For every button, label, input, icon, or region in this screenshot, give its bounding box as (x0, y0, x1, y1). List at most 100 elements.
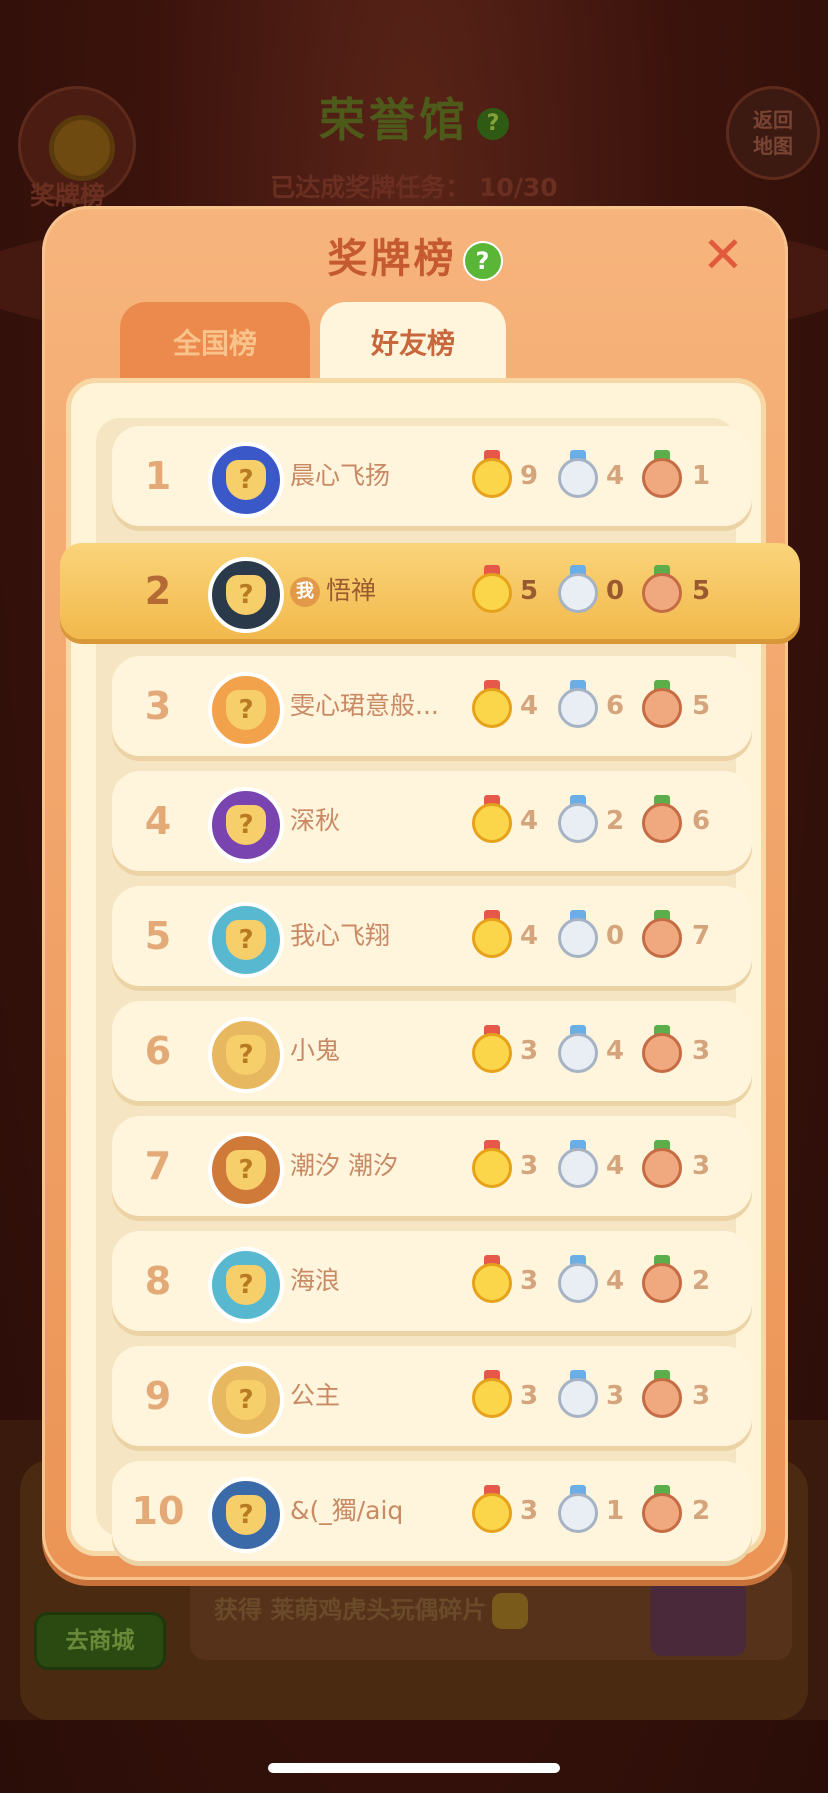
leaderboard-row[interactable]: 1? 晨心飞扬 9 4 1 (112, 426, 752, 526)
medal-counts: 4 0 7 (472, 886, 752, 986)
leaderboard-row[interactable]: 3? 雯心珺意般... 4 6 5 (112, 656, 752, 756)
medal-counts: 4 2 6 (472, 771, 752, 871)
avatar-placeholder-icon: ? (226, 1495, 266, 1535)
medal-counts: 3 4 2 (472, 1231, 752, 1331)
avatar-placeholder-icon: ? (226, 1380, 266, 1420)
silver-count: 0 (606, 576, 625, 606)
puzzle-piece-icon (650, 1580, 746, 1656)
silver-count: 3 (606, 1381, 625, 1411)
bronze-count: 5 (692, 691, 711, 721)
silver-medal-icon (558, 680, 598, 728)
gold-count: 3 (520, 1266, 539, 1296)
bronze-medal-icon (642, 680, 682, 728)
tab-national[interactable]: 全国榜 (120, 302, 310, 378)
bronze-count: 3 (692, 1381, 711, 1411)
silver-medal-icon (558, 565, 598, 613)
gold-medal-icon (472, 1485, 512, 1533)
go-to-shop-button[interactable]: 去商城 (34, 1612, 166, 1670)
player-name: 晨心飞扬 (290, 426, 390, 526)
leaderboard-row[interactable]: 5? 我心飞翔 4 0 7 (112, 886, 752, 986)
player-avatar[interactable]: ? (208, 787, 284, 863)
gold-medal-icon (472, 910, 512, 958)
player-avatar[interactable]: ? (208, 442, 284, 518)
silver-medal-icon (558, 450, 598, 498)
player-avatar[interactable]: ? (208, 1477, 284, 1553)
rank-number: 4 (144, 799, 172, 843)
help-icon[interactable]: ? (462, 241, 503, 281)
player-name-text: 晨心飞扬 (290, 461, 391, 490)
leaderboard-row-me[interactable]: 2? 我悟禅 5 0 5 (60, 543, 800, 639)
gold-count: 3 (520, 1036, 539, 1066)
silver-count: 0 (606, 921, 625, 951)
silver-medal-icon (558, 1370, 598, 1418)
home-indicator (268, 1763, 560, 1773)
tab-friends[interactable]: 好友榜 (320, 302, 506, 388)
leaderboard-row[interactable]: 6? 小鬼 3 4 3 (112, 1001, 752, 1101)
medal-counts: 9 4 1 (472, 426, 752, 526)
rank-number: 2 (144, 569, 172, 613)
gold-medal-icon (472, 680, 512, 728)
rank-number: 1 (144, 454, 172, 498)
gold-medal-icon (472, 1025, 512, 1073)
medal-board-modal: 奖牌榜? ✕ 全国榜 好友榜 1? 晨心飞扬 9 4 1 2? 我悟禅 5 0 5 3? 雯心珺意般.… (42, 206, 800, 1580)
player-name: 我悟禅 (290, 543, 376, 643)
player-name: &(_獨/aiq (290, 1461, 403, 1561)
player-name-text: 我心飞翔 (290, 921, 391, 950)
avatar-placeholder-icon: ? (226, 690, 266, 730)
player-avatar[interactable]: ? (208, 1362, 284, 1438)
back-to-map-button[interactable]: 返回地图 (726, 86, 820, 180)
player-name-text: 悟禅 (326, 576, 377, 605)
player-name: 我心飞翔 (290, 886, 390, 986)
bronze-count: 2 (692, 1266, 711, 1296)
rank-number: 6 (144, 1029, 172, 1073)
bronze-medal-icon (642, 1025, 682, 1073)
avatar-placeholder-icon: ? (226, 575, 266, 615)
leaderboard-row[interactable]: 4? 深秋 4 2 6 (112, 771, 752, 871)
player-avatar[interactable]: ? (208, 557, 284, 633)
bronze-count: 5 (692, 576, 711, 606)
avatar-placeholder-icon: ? (226, 460, 266, 500)
avatar-placeholder-icon: ? (226, 805, 266, 845)
player-avatar[interactable]: ? (208, 1247, 284, 1323)
bronze-medal-icon (642, 795, 682, 843)
close-icon[interactable]: ✕ (698, 230, 748, 280)
player-name-text: 海浪 (290, 1266, 341, 1295)
player-name-text: 潮汐 潮汐 (290, 1151, 398, 1180)
avatar-placeholder-icon: ? (226, 920, 266, 960)
gold-count: 3 (520, 1496, 539, 1526)
tiger-doll-icon (492, 1593, 529, 1629)
honor-hall-help-icon[interactable]: ? (477, 107, 509, 140)
gold-medal-icon (472, 1255, 512, 1303)
player-name-text: 深秋 (290, 806, 341, 835)
player-avatar[interactable]: ? (208, 672, 284, 748)
me-badge: 我 (290, 577, 320, 607)
gold-medal-icon (472, 450, 512, 498)
leaderboard-row[interactable]: 8? 海浪 3 4 2 (112, 1231, 752, 1331)
gold-count: 4 (520, 921, 539, 951)
leaderboard-row[interactable]: 9? 公主 3 3 3 (112, 1346, 752, 1446)
medal-icon (49, 115, 115, 181)
leaderboard-panel: 1? 晨心飞扬 9 4 1 2? 我悟禅 5 0 5 3? 雯心珺意般... 4 6 5 4? 深秋 4 2 6 5? 我… (60, 378, 800, 1561)
bronze-count: 1 (692, 461, 711, 491)
leaderboard-row[interactable]: 10? &(_獨/aiq 3 1 2 (112, 1461, 752, 1561)
gold-count: 4 (520, 806, 539, 836)
player-avatar[interactable]: ? (208, 1132, 284, 1208)
silver-count: 6 (606, 691, 625, 721)
player-name: 潮汐 潮汐 (290, 1116, 398, 1216)
gold-count: 9 (520, 461, 539, 491)
gold-medal-icon (472, 1370, 512, 1418)
player-avatar[interactable]: ? (208, 902, 284, 978)
silver-medal-icon (558, 910, 598, 958)
gold-count: 3 (520, 1381, 539, 1411)
silver-count: 4 (606, 1266, 625, 1296)
leaderboard-row[interactable]: 7? 潮汐 潮汐 3 4 3 (112, 1116, 752, 1216)
bronze-count: 6 (692, 806, 711, 836)
avatar-placeholder-icon: ? (226, 1035, 266, 1075)
player-avatar[interactable]: ? (208, 1017, 284, 1093)
rank-number: 10 (131, 1489, 185, 1533)
bronze-medal-icon (642, 565, 682, 613)
leaderboard-list[interactable]: 1? 晨心飞扬 9 4 1 2? 我悟禅 5 0 5 3? 雯心珺意般... 4 6 5 4? 深秋 4 2 6 5? 我… (60, 418, 800, 1561)
rank-number: 8 (144, 1259, 172, 1303)
rank-number: 9 (144, 1374, 172, 1418)
medal-counts: 4 6 5 (472, 656, 752, 756)
